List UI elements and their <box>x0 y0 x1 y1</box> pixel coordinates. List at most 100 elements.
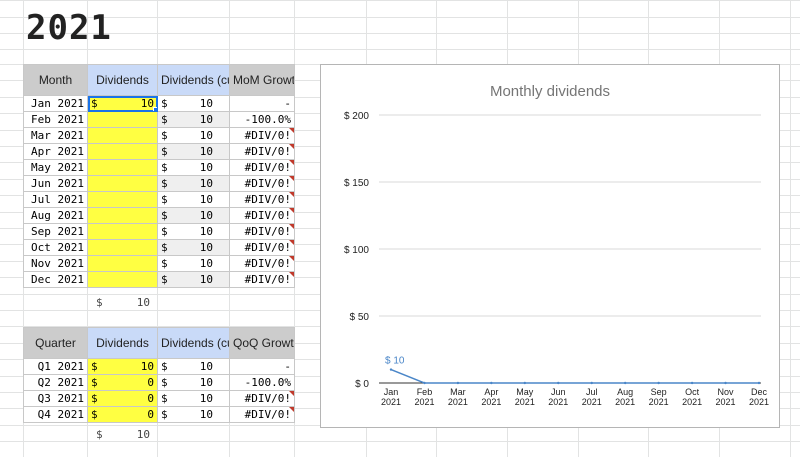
growth-cell[interactable]: -100.0% <box>229 374 295 391</box>
month-cell[interactable]: May 2021 <box>23 159 88 176</box>
month-cell[interactable]: Aug 2021 <box>23 207 88 224</box>
quarter-cell[interactable]: Q3 2021 <box>23 390 88 407</box>
month-cell[interactable]: Dec 2021 <box>23 271 88 288</box>
total-value: 10 <box>136 428 150 441</box>
header-month[interactable]: Month <box>23 64 88 96</box>
x-tick-label: Dec 2021 <box>749 387 769 407</box>
growth-cell[interactable]: -100.0% <box>229 111 295 128</box>
dividend-cell[interactable] <box>87 159 158 176</box>
y-tick-label: $ 200 <box>344 111 369 122</box>
month-cell[interactable]: Jun 2021 <box>23 175 88 192</box>
currency-symbol: $ <box>161 193 168 206</box>
y-tick-label: $ 50 <box>350 312 370 323</box>
header-quarter[interactable]: Quarter <box>23 327 88 359</box>
quarter-cell[interactable]: Q4 2021 <box>23 406 88 423</box>
currency-symbol: $ <box>96 428 103 441</box>
cumulative-cell[interactable]: $10 <box>157 127 230 144</box>
header-mom-growth[interactable]: MoM Growth <box>229 64 295 96</box>
growth-cell[interactable]: #DIV/0! <box>229 406 295 423</box>
quarter-cell[interactable]: Q2 2021 <box>23 374 88 391</box>
cumulative-value: 10 <box>199 177 213 190</box>
dividend-cell[interactable] <box>87 255 158 272</box>
header-dividends[interactable]: Dividends <box>87 327 158 359</box>
growth-cell[interactable]: #DIV/0! <box>229 390 295 407</box>
cumulative-cell[interactable]: $10 <box>157 143 230 160</box>
dividend-cell[interactable]: $0 <box>87 390 158 407</box>
month-cell[interactable]: Nov 2021 <box>23 255 88 272</box>
cumulative-cell[interactable]: $10 <box>157 223 230 240</box>
monthly-dividends-total[interactable]: $ 10 <box>96 296 150 309</box>
growth-cell[interactable]: #DIV/0! <box>229 223 295 240</box>
series-point <box>623 381 627 385</box>
series-point <box>590 381 593 385</box>
growth-cell[interactable]: #DIV/0! <box>229 159 295 176</box>
currency-symbol: $ <box>161 113 168 126</box>
growth-cell[interactable]: - <box>229 95 295 112</box>
dividend-cell[interactable] <box>87 207 158 224</box>
cumulative-cell[interactable]: $10 <box>157 111 230 128</box>
cumulative-value: 10 <box>199 145 213 158</box>
growth-cell[interactable]: #DIV/0! <box>229 143 295 160</box>
month-cell[interactable]: Jul 2021 <box>23 191 88 208</box>
growth-cell[interactable]: #DIV/0! <box>229 255 295 272</box>
growth-cell[interactable]: #DIV/0! <box>229 239 295 256</box>
dividend-cell[interactable] <box>87 271 158 288</box>
month-row: Feb 2021 $10 -100.0% <box>23 111 295 128</box>
dividend-cell[interactable]: $0 <box>87 374 158 391</box>
cumulative-value: 10 <box>199 376 213 389</box>
month-cell[interactable]: Mar 2021 <box>23 127 88 144</box>
header-dividends-cumulative[interactable]: Dividends (cumulative) <box>157 327 230 359</box>
month-cell[interactable]: Sep 2021 <box>23 223 88 240</box>
cumulative-cell[interactable]: $10 <box>157 374 230 391</box>
cumulative-cell[interactable]: $10 <box>157 95 230 112</box>
header-dividends-cumulative[interactable]: Dividends (cumulative) <box>157 64 230 96</box>
cumulative-cell[interactable]: $10 <box>157 406 230 423</box>
dividend-cell[interactable]: $10 <box>87 95 158 112</box>
quarterly-dividends-total[interactable]: $ 10 <box>96 428 150 441</box>
currency-symbol: $ <box>161 241 168 254</box>
month-row: Mar 2021 $10 #DIV/0! <box>23 127 295 144</box>
cumulative-cell[interactable]: $10 <box>157 175 230 192</box>
month-cell[interactable]: Oct 2021 <box>23 239 88 256</box>
currency-symbol: $ <box>91 392 98 405</box>
header-dividends[interactable]: Dividends <box>87 64 158 96</box>
monthly-header-row: Month Dividends Dividends (cumulative) M… <box>23 64 295 96</box>
dividend-cell[interactable] <box>87 127 158 144</box>
header-qoq-growth[interactable]: QoQ Growth <box>229 327 295 359</box>
month-cell[interactable]: Jan 2021 <box>23 95 88 112</box>
cumulative-cell[interactable]: $10 <box>157 191 230 208</box>
dividend-cell[interactable] <box>87 191 158 208</box>
cumulative-value: 10 <box>199 129 213 142</box>
cumulative-cell[interactable]: $10 <box>157 390 230 407</box>
dividend-cell[interactable] <box>87 143 158 160</box>
currency-symbol: $ <box>161 97 168 110</box>
cumulative-cell[interactable]: $10 <box>157 271 230 288</box>
dividend-cell[interactable] <box>87 223 158 240</box>
growth-cell[interactable]: #DIV/0! <box>229 175 295 192</box>
currency-symbol: $ <box>161 392 168 405</box>
currency-symbol: $ <box>161 360 168 373</box>
growth-cell[interactable]: #DIV/0! <box>229 191 295 208</box>
growth-cell[interactable]: - <box>229 358 295 375</box>
quarter-cell[interactable]: Q1 2021 <box>23 358 88 375</box>
cumulative-cell[interactable]: $10 <box>157 358 230 375</box>
cumulative-cell[interactable]: $10 <box>157 207 230 224</box>
sheet-title: 2021 <box>26 8 112 48</box>
cumulative-cell[interactable]: $10 <box>157 239 230 256</box>
month-cell[interactable]: Apr 2021 <box>23 143 88 160</box>
dividend-cell[interactable]: $0 <box>87 406 158 423</box>
cumulative-cell[interactable]: $10 <box>157 159 230 176</box>
monthly-dividends-chart[interactable]: Monthly dividends $ 0 $ 50 $ 100 $ 150 $ 200 J… <box>320 64 780 428</box>
growth-cell[interactable]: #DIV/0! <box>229 207 295 224</box>
growth-cell[interactable]: #DIV/0! <box>229 271 295 288</box>
dividend-cell[interactable] <box>87 111 158 128</box>
month-row: May 2021 $10 #DIV/0! <box>23 159 295 176</box>
month-cell[interactable]: Feb 2021 <box>23 111 88 128</box>
dividend-cell[interactable]: $10 <box>87 358 158 375</box>
cumulative-cell[interactable]: $10 <box>157 255 230 272</box>
cumulative-value: 10 <box>199 209 213 222</box>
dividend-cell[interactable] <box>87 175 158 192</box>
growth-cell[interactable]: #DIV/0! <box>229 127 295 144</box>
series-point <box>690 381 694 385</box>
dividend-cell[interactable] <box>87 239 158 256</box>
